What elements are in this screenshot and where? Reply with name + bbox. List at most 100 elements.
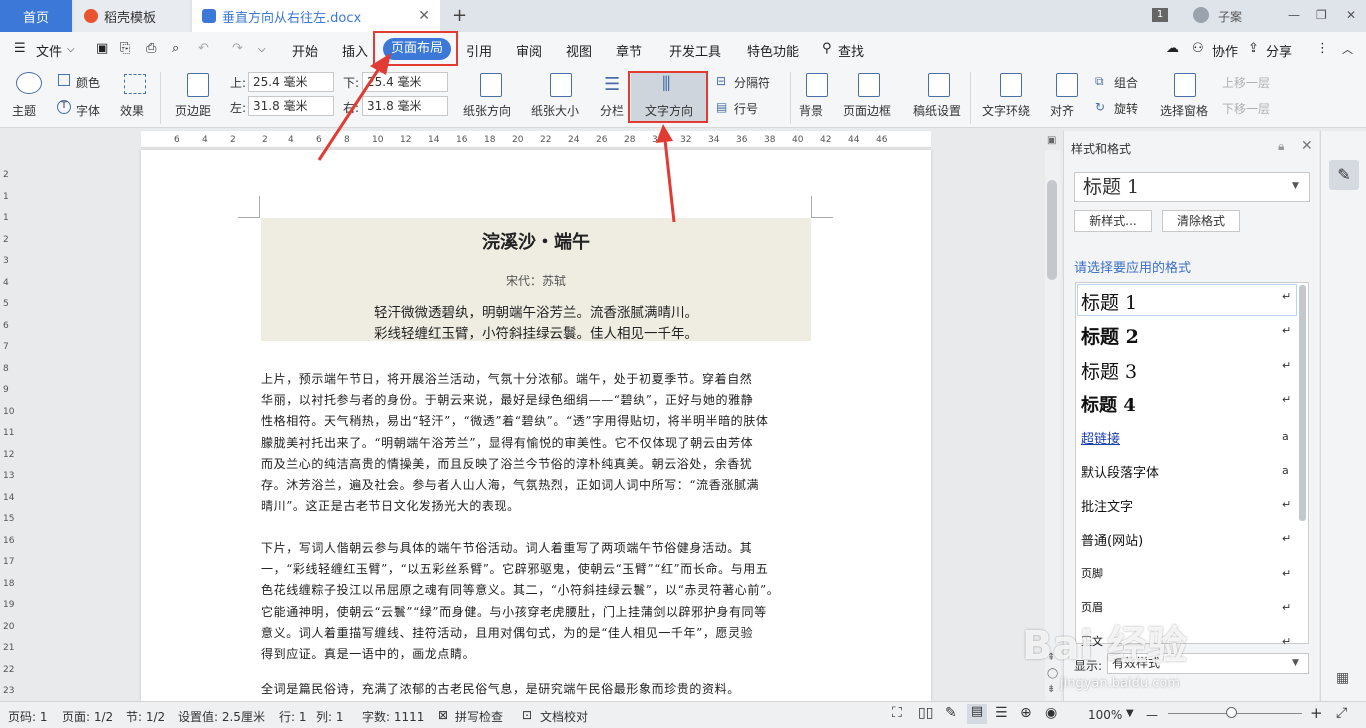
web-view-icon[interactable]: ⊕ (1020, 705, 1032, 721)
top-margin-input[interactable]: 25.4 毫米 (248, 72, 334, 92)
menu-start[interactable]: 开始 (292, 41, 318, 60)
status-page-number[interactable]: 页码: 1 (8, 708, 48, 725)
status-col[interactable]: 列: 1 (316, 708, 344, 725)
menu-features[interactable]: 特色功能 (747, 41, 799, 60)
chevron-down-icon[interactable]: ▼ (1292, 658, 1299, 668)
print-icon[interactable]: ⎙ (146, 41, 156, 56)
style-item[interactable]: 标题 4 (1081, 391, 1136, 417)
rotate-button[interactable]: 旋转 (1114, 100, 1138, 117)
share-button[interactable]: 分享 (1266, 41, 1292, 60)
edit-pen-icon[interactable]: ✎ (945, 705, 957, 721)
status-words[interactable]: 字数: 1111 (362, 708, 424, 725)
margin-button[interactable]: 页边距 (175, 102, 211, 119)
line-number-button[interactable]: 行号 (734, 100, 758, 117)
background-button[interactable]: 背景 (799, 102, 823, 119)
maximize-button[interactable]: ❐ (1316, 8, 1327, 22)
font-button[interactable]: 字体 (76, 102, 100, 119)
redo-icon[interactable]: ↷ (232, 41, 243, 56)
proof-button[interactable]: 文档校对 (540, 708, 588, 725)
search-icon[interactable]: ⚲ (822, 41, 832, 56)
preview-icon[interactable]: ⌕ (172, 41, 179, 56)
group-button[interactable]: 组合 (1114, 74, 1138, 91)
grid-paper-icon[interactable] (928, 73, 950, 97)
zoom-dropdown-icon[interactable]: ▼ (1126, 708, 1134, 719)
save-icon[interactable]: ▣ (96, 41, 108, 56)
style-item[interactable]: 标题 2 (1081, 322, 1139, 349)
style-item[interactable]: 标题 1 (1081, 288, 1137, 315)
align-icon[interactable] (1056, 73, 1078, 97)
font-t-icon[interactable]: T (57, 100, 71, 114)
close-tab-icon[interactable]: ✕ (418, 8, 430, 24)
status-row[interactable]: 行: 1 (279, 708, 307, 725)
status-section[interactable]: 节: 1/2 (126, 708, 165, 725)
more-icon[interactable]: ⋮ (1316, 41, 1329, 56)
selection-pane-icon[interactable] (1174, 73, 1196, 97)
orientation-button[interactable]: 纸张方向 (463, 102, 511, 119)
user-name[interactable]: 子案 (1218, 8, 1242, 25)
paper-size-button[interactable]: 纸张大小 (531, 102, 579, 119)
left-margin-input[interactable]: 31.8 毫米 (248, 96, 334, 116)
paper-size-icon[interactable] (550, 73, 572, 97)
background-icon[interactable] (806, 73, 828, 97)
style-list-scrollbar[interactable] (1299, 285, 1306, 521)
group-icon[interactable]: ⧉ (1095, 74, 1104, 89)
columns-icon[interactable]: ☰ (604, 74, 620, 95)
scrollbar-thumb[interactable] (1047, 180, 1057, 280)
align-button[interactable]: 对齐 (1050, 102, 1074, 119)
wrap-button[interactable]: 文字环绕 (982, 102, 1030, 119)
margin-icon[interactable] (187, 73, 209, 97)
fullscreen-icon[interactable]: ⛶ (892, 705, 902, 721)
spell-check-icon[interactable]: ⊠ (438, 708, 448, 722)
line-number-icon[interactable]: ▤ (716, 100, 727, 114)
share-icon[interactable]: ⇪ (1248, 41, 1259, 56)
undo-icon[interactable]: ↶ (198, 41, 209, 56)
close-pane-icon[interactable]: ✕ (1301, 138, 1313, 154)
page-border-icon[interactable] (858, 73, 880, 97)
columns-button[interactable]: 分栏 (600, 102, 624, 119)
export-icon[interactable]: ⎘ (120, 41, 130, 56)
menu-view[interactable]: 视图 (566, 41, 592, 60)
page-break-button[interactable]: 分隔符 (734, 74, 770, 91)
style-item[interactable]: 普通(网站) (1081, 530, 1143, 549)
page-border-button[interactable]: 页面边框 (843, 102, 891, 119)
current-style-select[interactable]: 标题 1 (1074, 172, 1310, 202)
window-count-badge[interactable]: 1 (1152, 8, 1168, 22)
outline-view-icon[interactable]: ☰ (995, 705, 1008, 721)
lock-icon[interactable]: 🔒︎ (1278, 139, 1284, 154)
zoom-slider-handle[interactable] (1226, 707, 1237, 718)
style-item[interactable]: 批注文字 (1081, 496, 1133, 515)
tab-document[interactable]: 垂直方向从右往左.docx ✕ (192, 0, 440, 32)
menu-references[interactable]: 引用 (466, 41, 492, 60)
next-page-icon[interactable]: ⇟ (1047, 684, 1055, 695)
zoom-level[interactable]: 100% (1088, 708, 1122, 722)
minimize-button[interactable]: — (1288, 8, 1300, 22)
spell-check-button[interactable]: 拼写检查 (455, 708, 503, 725)
status-setting[interactable]: 设置值: 2.5厘米 (178, 708, 265, 725)
zoom-out-icon[interactable]: — (1146, 708, 1158, 722)
theme-button[interactable]: 主题 (12, 102, 36, 119)
menu-chapter[interactable]: 章节 (616, 41, 642, 60)
avatar[interactable] (1193, 7, 1209, 23)
status-page[interactable]: 页面: 1/2 (62, 708, 113, 725)
selection-pane-button[interactable]: 选择窗格 (1160, 102, 1208, 119)
eye-protect-icon[interactable]: ◉ (1045, 705, 1057, 721)
menu-developer[interactable]: 开发工具 (669, 41, 721, 60)
proof-icon[interactable]: ⊡ (522, 708, 532, 722)
style-item[interactable]: 标题 3 (1081, 357, 1137, 384)
bring-forward-button[interactable]: 上移一层 (1222, 74, 1270, 91)
collapse-ribbon-icon[interactable]: ︿ (1342, 41, 1353, 57)
effect-button[interactable]: 效果 (120, 102, 144, 119)
reading-mode-icon[interactable]: ▯▯ (918, 705, 933, 721)
menu-search[interactable]: 查找 (838, 41, 864, 60)
menu-review[interactable]: 审阅 (516, 41, 542, 60)
hamburger-icon[interactable]: ☰ (14, 41, 26, 56)
close-window-button[interactable]: ✕ (1346, 8, 1356, 22)
clear-format-button[interactable]: 清除格式 (1162, 210, 1240, 232)
style-item[interactable]: 页脚 (1081, 565, 1103, 581)
new-tab-button[interactable]: + (452, 5, 467, 26)
collab-button[interactable]: 协作 (1212, 41, 1238, 60)
split-view-icon[interactable]: ▣ (1047, 135, 1056, 146)
palette-icon[interactable] (16, 72, 42, 94)
fit-page-icon[interactable]: ⤢ (1336, 705, 1347, 721)
grid-paper-button[interactable]: 稿纸设置 (913, 102, 961, 119)
